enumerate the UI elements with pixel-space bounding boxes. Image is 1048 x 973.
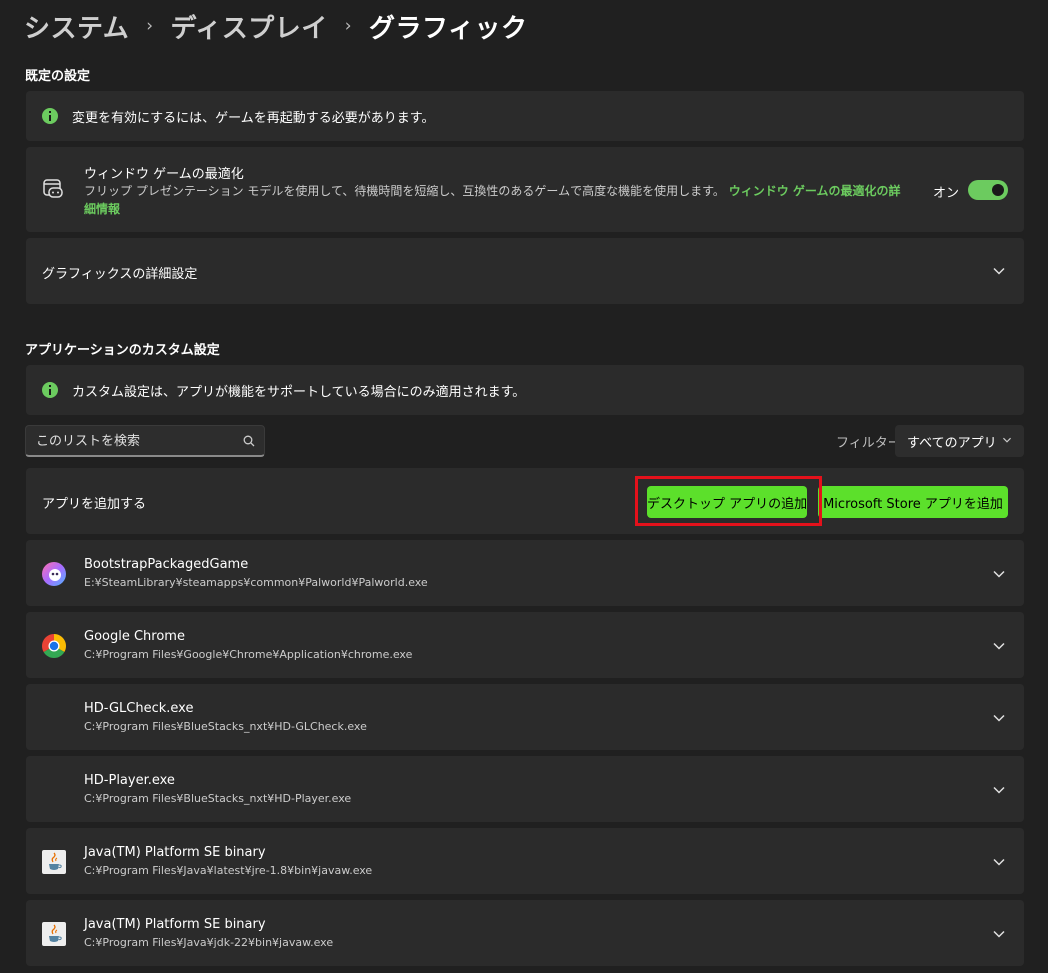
app-row[interactable]: BootstrapPackagedGame E:¥SteamLibrary¥st… [26, 540, 1024, 606]
graphics-advanced-settings[interactable]: グラフィックスの詳細設定 [26, 238, 1024, 304]
chevron-down-icon [993, 267, 1005, 275]
filter-select[interactable]: すべてのアプリ [895, 425, 1024, 457]
chevron-down-icon [993, 570, 1005, 578]
notice-text: 変更を有効にするには、ゲームを再起動する必要があります。 [72, 111, 435, 126]
section-title-default: 既定の設定 [25, 69, 91, 84]
chevron-down-icon [993, 930, 1005, 938]
app-name: Google Chrome [84, 629, 185, 644]
window-opt-title: ウィンドウ ゲームの最適化 [84, 167, 244, 182]
app-path: E:¥SteamLibrary¥steamapps¥common¥Palworl… [84, 576, 428, 589]
page-title: グラフィック [369, 13, 528, 44]
app-row[interactable]: Java(TM) Platform SE binary C:¥Program F… [26, 828, 1024, 894]
breadcrumb: システム › ディスプレイ › グラフィック [24, 6, 528, 46]
java-icon [42, 850, 66, 874]
window-game-optimization-card: ウィンドウ ゲームの最適化 フリップ プレゼンテーション モデルを使用して、待機… [26, 147, 1024, 232]
restart-notice: 変更を有効にするには、ゲームを再起動する必要があります。 [26, 91, 1024, 141]
advanced-settings-label: グラフィックスの詳細設定 [42, 267, 198, 282]
filter-value: すべてのアプリ [907, 436, 997, 451]
custom-settings-notice: カスタム設定は、アプリが機能をサポートしている場合にのみ適用されます。 [26, 365, 1024, 415]
game-window-icon [43, 179, 63, 198]
breadcrumb-system[interactable]: システム [24, 8, 129, 45]
java-icon [42, 922, 66, 946]
app-name: Java(TM) Platform SE binary [84, 917, 266, 932]
add-app-label: アプリを追加する [42, 497, 147, 512]
chevron-down-icon [1003, 437, 1011, 443]
search-icon[interactable] [243, 435, 255, 447]
window-opt-description: フリップ プレゼンテーション モデルを使用して、待機時間を短縮し、互換性のあるゲ… [84, 182, 908, 218]
chevron-down-icon [993, 786, 1005, 794]
app-row[interactable]: HD-GLCheck.exe C:¥Program Files¥BlueStac… [26, 684, 1024, 750]
info-icon [42, 382, 58, 398]
add-store-app-button[interactable]: Microsoft Store アプリを追加 [818, 486, 1008, 518]
toggle-state-label: オン [933, 186, 960, 201]
app-path: C:¥Program Files¥Java¥latest¥jre-1.8¥bin… [84, 864, 373, 877]
app-path: C:¥Program Files¥BlueStacks_nxt¥HD-GLChe… [84, 720, 367, 733]
app-row[interactable]: Google Chrome C:¥Program Files¥Google¥Ch… [26, 612, 1024, 678]
breadcrumb-display[interactable]: ディスプレイ [171, 8, 328, 45]
chrome-icon [42, 634, 66, 658]
search-input[interactable] [26, 426, 246, 456]
palworld-icon [42, 562, 66, 586]
app-name: Java(TM) Platform SE binary [84, 845, 266, 860]
window-opt-description-text: フリップ プレゼンテーション モデルを使用して、待機時間を短縮し、互換性のあるゲ… [84, 184, 725, 198]
breadcrumb-separator: › [344, 16, 353, 36]
app-name: HD-Player.exe [84, 773, 175, 788]
app-name: BootstrapPackagedGame [84, 557, 249, 572]
chevron-down-icon [993, 714, 1005, 722]
chevron-down-icon [993, 858, 1005, 866]
chevron-down-icon [993, 642, 1005, 650]
app-row[interactable]: Java(TM) Platform SE binary C:¥Program F… [26, 900, 1024, 966]
section-title-apps: アプリケーションのカスタム設定 [25, 343, 220, 358]
breadcrumb-separator: › [146, 16, 154, 36]
search-box[interactable] [25, 425, 265, 457]
info-icon [42, 108, 58, 124]
app-path: C:¥Program Files¥BlueStacks_nxt¥HD-Playe… [84, 792, 352, 805]
window-opt-toggle[interactable] [968, 180, 1008, 200]
toggle-knob [992, 184, 1004, 196]
app-row[interactable]: HD-Player.exe C:¥Program Files¥BlueStack… [26, 756, 1024, 822]
highlight-box [635, 476, 822, 526]
app-name: HD-GLCheck.exe [84, 701, 194, 716]
app-path: C:¥Program Files¥Google¥Chrome¥Applicati… [84, 648, 413, 661]
notice-text: カスタム設定は、アプリが機能をサポートしている場合にのみ適用されます。 [72, 385, 526, 400]
app-path: C:¥Program Files¥Java¥jdk-22¥bin¥javaw.e… [84, 936, 334, 949]
